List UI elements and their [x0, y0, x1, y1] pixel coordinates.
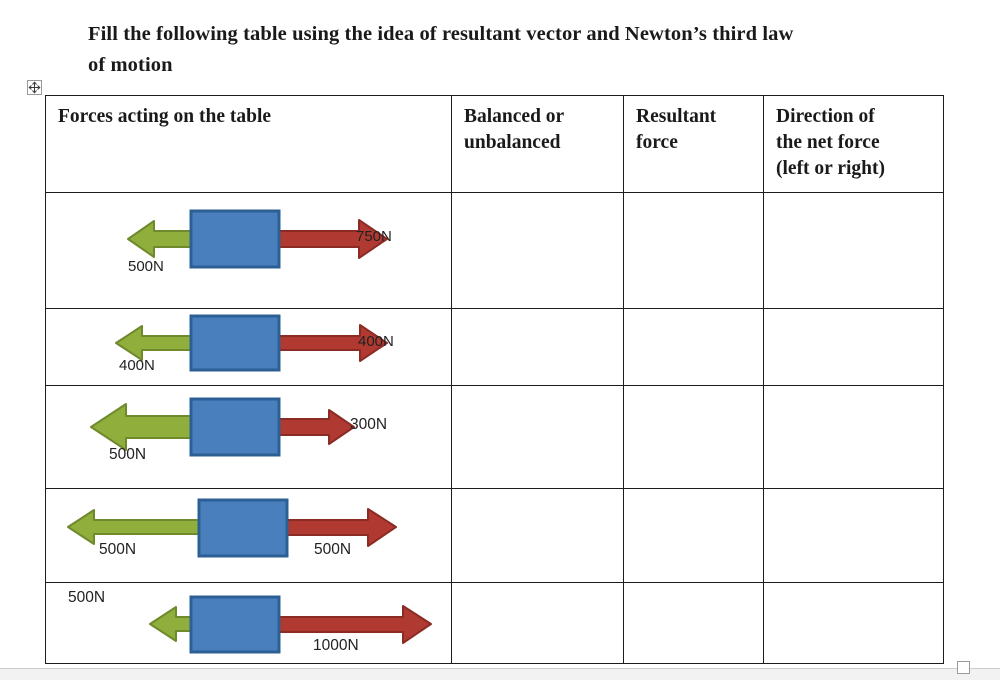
direction-answer-cell-row-4[interactable]: [763, 488, 944, 583]
header-resultant-line-2: force: [636, 132, 678, 153]
direction-answer-cell-row-2[interactable]: [763, 308, 944, 386]
table-row: 400N 400N: [45, 308, 944, 386]
force-diagram-row-1: 500N 750N: [46, 193, 451, 308]
right-force-label-row-5: 1000N: [313, 637, 359, 654]
page-title-line-1: Fill the following table using the idea …: [88, 23, 794, 45]
resultant-answer-cell-row-1[interactable]: [623, 192, 764, 309]
force-diagram-cell-row-3: 500N 300N: [45, 385, 452, 489]
table-block-row-1: [189, 209, 281, 269]
table-block-row-5: [189, 595, 281, 654]
forces-table: Forces acting on the table Balanced or u…: [45, 95, 944, 664]
left-force-label-row-2: 400N: [119, 357, 155, 374]
right-force-label-row-2: 400N: [358, 333, 394, 350]
header-forces-acting: Forces acting on the table: [45, 95, 452, 193]
table-move-handle-icon[interactable]: [27, 80, 42, 95]
table-block-row-3: [189, 397, 281, 457]
right-force-label-row-1: 750N: [356, 228, 392, 245]
direction-answer-cell-row-3[interactable]: [763, 385, 944, 489]
left-force-label-row-1: 500N: [128, 258, 164, 275]
balanced-answer-cell-row-3[interactable]: [451, 385, 624, 489]
force-diagram-cell-row-1: 500N 750N: [45, 192, 452, 309]
table-row: 500N 300N: [45, 385, 944, 489]
left-force-label-row-4: 500N: [99, 541, 137, 558]
resultant-answer-cell-row-5[interactable]: [623, 582, 764, 664]
table-header-row: Forces acting on the table Balanced or u…: [45, 95, 944, 193]
balanced-answer-cell-row-2[interactable]: [451, 308, 624, 386]
page-bottom-edge: [0, 668, 1000, 680]
header-resultant-line-1: Resultant: [636, 106, 717, 127]
header-balanced-or-unbalanced: Balanced or unbalanced: [451, 95, 624, 193]
header-direction-line-2: the net force: [776, 132, 880, 153]
table-block-row-4: [197, 498, 289, 558]
left-force-label-row-5: 500N: [68, 589, 106, 606]
force-diagram-cell-row-4: 500N 500N: [45, 488, 452, 583]
direction-answer-cell-row-1[interactable]: [763, 192, 944, 309]
balanced-answer-cell-row-5[interactable]: [451, 582, 624, 664]
table-row: 500N 500N: [45, 488, 944, 583]
direction-answer-cell-row-5[interactable]: [763, 582, 944, 664]
force-diagram-row-2: 400N 400N: [46, 309, 451, 385]
right-force-arrow-row-3: [270, 409, 355, 445]
header-direction-line-3: (left or right): [776, 158, 886, 179]
document-page: Fill the following table using the idea …: [0, 0, 1000, 668]
right-force-label-row-4: 500N: [314, 541, 352, 558]
header-resultant-force: Resultant force: [623, 95, 764, 193]
force-diagram-cell-row-5: 500N 1000N: [45, 582, 452, 664]
balanced-answer-cell-row-1[interactable]: [451, 192, 624, 309]
resultant-answer-cell-row-3[interactable]: [623, 385, 764, 489]
header-balanced-line-1: Balanced or: [464, 106, 565, 127]
header-direction-net-force: Direction of the net force (left or righ…: [763, 95, 944, 193]
force-diagram-cell-row-2: 400N 400N: [45, 308, 452, 386]
table-row: 500N 1000N: [45, 582, 944, 664]
left-force-label-row-3: 500N: [109, 446, 147, 463]
force-diagram-row-3: 500N 300N: [46, 386, 451, 488]
balanced-answer-cell-row-4[interactable]: [451, 488, 624, 583]
table-row: 500N 750N: [45, 192, 944, 309]
page-title: Fill the following table using the idea …: [88, 19, 918, 81]
force-diagram-row-5: 500N 1000N: [46, 583, 451, 663]
header-direction-line-1: Direction of: [776, 106, 875, 127]
table-block-row-2: [189, 314, 281, 372]
resize-grip-icon[interactable]: [957, 661, 970, 674]
header-balanced-line-2: unbalanced: [464, 132, 561, 153]
right-force-label-row-3: 300N: [350, 416, 388, 433]
force-diagram-row-4: 500N 500N: [46, 489, 451, 582]
left-force-arrow-row-4: [67, 509, 202, 545]
header-forces-line-1: Forces acting on the table: [58, 106, 272, 127]
resultant-answer-cell-row-2[interactable]: [623, 308, 764, 386]
page-title-line-2: of motion: [88, 54, 173, 76]
resultant-answer-cell-row-4[interactable]: [623, 488, 764, 583]
